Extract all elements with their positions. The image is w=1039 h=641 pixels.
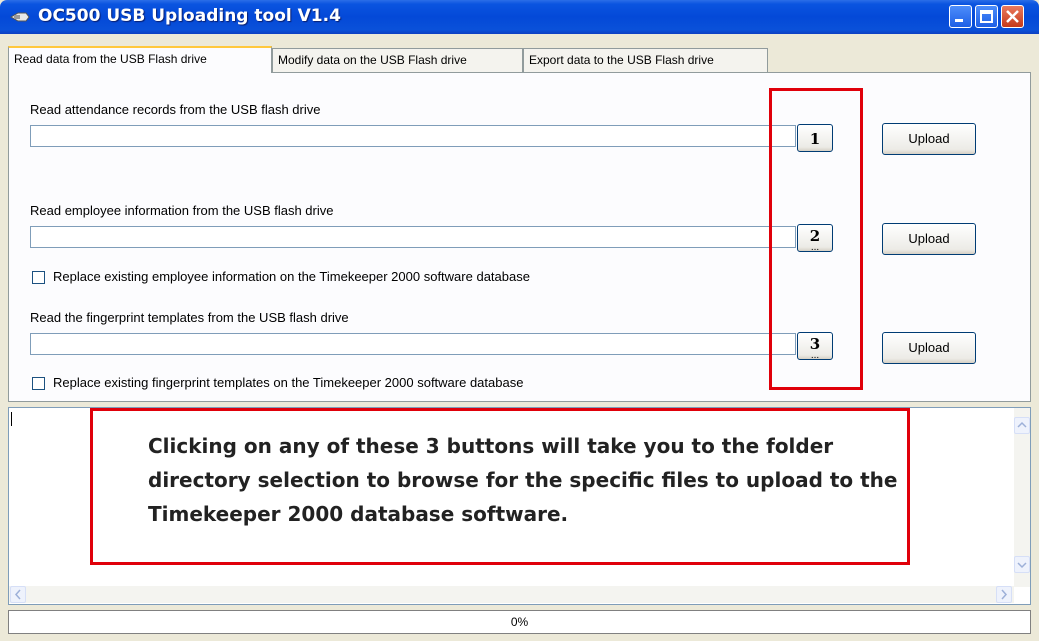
- replace-fingerprint-label: Replace existing fingerprint templates o…: [53, 375, 524, 390]
- browse-number: 1: [809, 130, 821, 148]
- minimize-icon: [955, 19, 963, 22]
- usb-icon: [9, 9, 30, 25]
- vertical-scrollbar[interactable]: [1014, 408, 1030, 587]
- chevron-up-icon: [1017, 421, 1027, 428]
- employee-label: Read employee information from the USB f…: [30, 203, 334, 218]
- fingerprint-path-field[interactable]: [30, 333, 796, 355]
- scroll-right-button[interactable]: [996, 586, 1012, 603]
- scroll-down-button[interactable]: [1014, 556, 1030, 573]
- attendance-path-field[interactable]: [30, 125, 796, 147]
- fingerprint-label: Read the fingerprint templates from the …: [30, 310, 349, 325]
- fingerprint-upload-button[interactable]: Upload: [882, 332, 976, 364]
- tab-modify-data[interactable]: Modify data on the USB Flash drive: [272, 48, 523, 72]
- tab-read-data[interactable]: Read data from the USB Flash drive: [8, 46, 272, 73]
- close-icon: [1006, 10, 1019, 23]
- employee-browse-button[interactable]: 2 ...: [797, 224, 833, 253]
- maximize-button[interactable]: [975, 5, 998, 28]
- progress-bar: 0%: [8, 610, 1031, 634]
- text-caret: [11, 412, 12, 426]
- horizontal-scrollbar[interactable]: [9, 586, 1014, 603]
- annotation-callout: Clicking on any of these 3 buttons will …: [90, 408, 910, 565]
- chevron-left-icon: [14, 589, 21, 600]
- fingerprint-browse-button[interactable]: 3 ...: [797, 332, 833, 361]
- close-button[interactable]: [1001, 5, 1024, 28]
- replace-employee-checkbox[interactable]: [32, 271, 45, 284]
- scroll-left-button[interactable]: [10, 586, 26, 603]
- replace-fingerprint-checkbox[interactable]: [32, 377, 45, 390]
- chevron-down-icon: [1017, 562, 1027, 569]
- attendance-upload-button[interactable]: Upload: [882, 123, 976, 155]
- employee-upload-button[interactable]: Upload: [882, 223, 976, 255]
- maximize-icon: [980, 10, 993, 23]
- employee-path-field[interactable]: [30, 226, 796, 248]
- browse-dots: ...: [810, 350, 820, 361]
- scroll-up-button[interactable]: [1014, 417, 1030, 434]
- minimize-button[interactable]: [949, 5, 972, 28]
- progress-text: 0%: [510, 615, 529, 629]
- chevron-right-icon: [1001, 589, 1008, 600]
- attendance-browse-button[interactable]: 1: [797, 124, 833, 152]
- callout-text: Clicking on any of these 3 buttons will …: [148, 434, 898, 526]
- tab-export-data[interactable]: Export data to the USB Flash drive: [523, 48, 768, 72]
- attendance-label: Read attendance records from the USB fla…: [30, 102, 321, 117]
- window-title: OC500 USB Uploading tool V1.4: [38, 6, 341, 26]
- title-bar[interactable]: OC500 USB Uploading tool V1.4: [0, 0, 1039, 34]
- replace-employee-label: Replace existing employee information on…: [53, 269, 530, 284]
- browse-dots: ...: [810, 242, 820, 253]
